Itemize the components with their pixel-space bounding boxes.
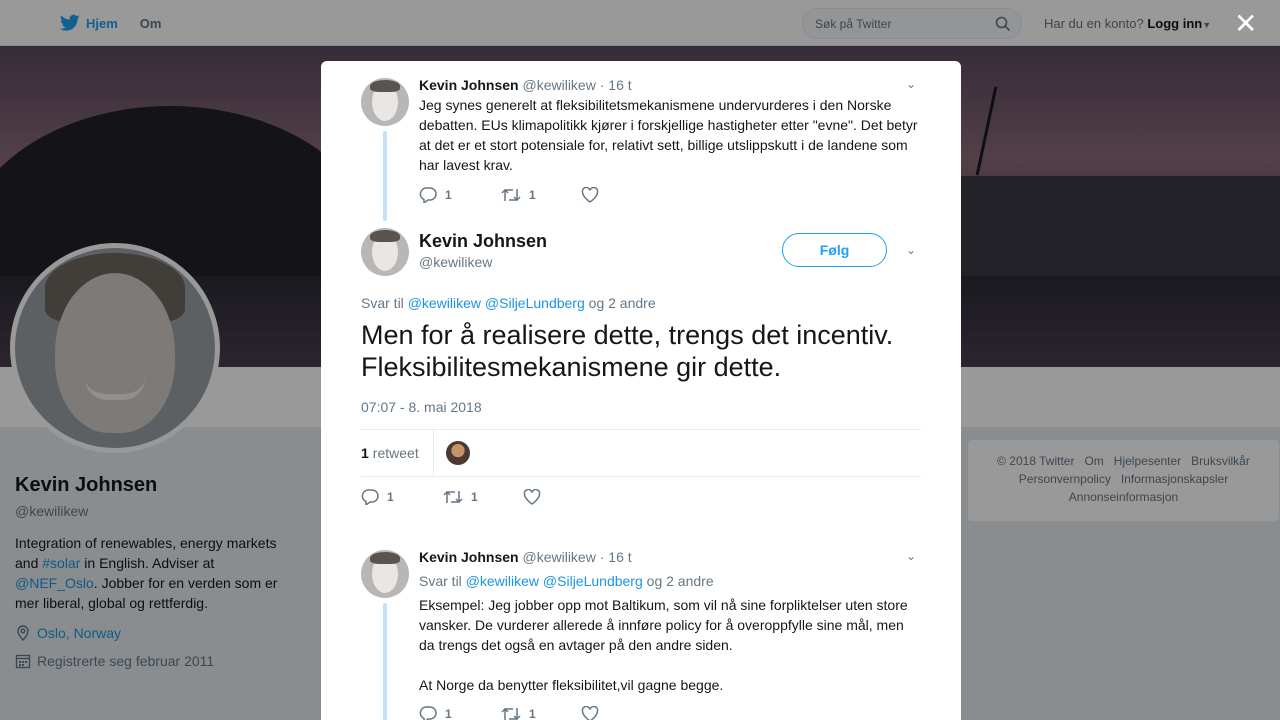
main-tweet-text: Men for å realisere dette, trengs det in…: [361, 319, 931, 383]
retweet-count: 1: [471, 490, 478, 504]
avatar[interactable]: [361, 78, 409, 126]
reply-button[interactable]: 1: [361, 489, 443, 505]
heart-icon: [581, 706, 599, 720]
close-icon[interactable]: ✕: [1234, 10, 1257, 38]
retweet-icon: [443, 490, 463, 504]
mention-link[interactable]: @SiljeLundberg: [543, 573, 643, 589]
tweet-time[interactable]: 16 t: [608, 77, 631, 93]
tweet-text-line: Men for å realisere dette, trengs det in…: [361, 320, 894, 350]
divider: [361, 476, 921, 477]
tweet-stats: 1 retweet: [361, 430, 470, 476]
retweet-stat-count: 1: [361, 445, 369, 461]
reply-context: Svar til @kewilikew @SiljeLundberg og 2 …: [361, 295, 656, 311]
retweet-count: 1: [529, 188, 536, 202]
reply-icon: [361, 489, 379, 505]
reply-context: Svar til @kewilikew @SiljeLundberg og 2 …: [419, 573, 714, 589]
divider: [432, 430, 434, 476]
tweet-actions: 1 1: [361, 489, 541, 505]
tweet-text-line: vansker. De vurderer allerede å innføre …: [419, 617, 904, 633]
separator-dot: ·: [599, 77, 605, 93]
chevron-down-icon[interactable]: ⌄: [906, 549, 916, 563]
tweet-text: Eksempel: Jeg jobber opp mot Baltikum, s…: [419, 595, 908, 695]
reply-to-others[interactable]: og 2 andre: [647, 573, 714, 589]
reply-icon: [419, 187, 437, 203]
tweet-text-line: da trengs det også en avtager på den and…: [419, 637, 733, 653]
reply-button[interactable]: 1: [419, 706, 501, 720]
retweet-button[interactable]: 1: [501, 187, 581, 203]
retweeter-avatar[interactable]: [445, 441, 470, 465]
author-handle[interactable]: @kewilikew: [522, 549, 595, 565]
tweet-text-spacer: [419, 655, 908, 675]
reply-count: 1: [445, 188, 452, 202]
mention-link[interactable]: @SiljeLundberg: [485, 295, 585, 311]
author-handle[interactable]: @kewilikew: [419, 254, 492, 270]
author-name[interactable]: Kevin Johnsen: [419, 77, 519, 93]
retweet-button[interactable]: 1: [501, 706, 581, 720]
thread-line: [383, 603, 387, 720]
tweet-timestamp[interactable]: 07:07 - 8. mai 2018: [361, 399, 482, 415]
chevron-down-icon[interactable]: ⌄: [906, 243, 916, 257]
heart-icon: [581, 187, 599, 203]
tweet-header: Kevin Johnsen @kewilikew · 16 t: [419, 549, 632, 565]
author-handle[interactable]: @kewilikew: [522, 77, 595, 93]
mention-link[interactable]: @kewilikew: [408, 295, 481, 311]
like-button[interactable]: [523, 489, 541, 505]
tweet-text-line: har lavest krav.: [419, 157, 513, 173]
follow-button[interactable]: Følg: [782, 233, 887, 267]
retweet-stat[interactable]: 1 retweet: [361, 445, 419, 461]
author-name[interactable]: Kevin Johnsen: [419, 231, 547, 252]
tweet-text-line: Fleksibilitesmekanismene gir dette.: [361, 352, 782, 382]
thread-line: [383, 131, 387, 221]
retweet-button[interactable]: 1: [443, 489, 523, 505]
heart-icon: [523, 489, 541, 505]
like-button[interactable]: [581, 187, 599, 203]
retweet-icon: [501, 707, 521, 720]
tweet-text: Jeg synes generelt at fleksibilitetsmeka…: [419, 95, 918, 175]
tweet-text-line: at det er et stort potensiale for, relat…: [419, 137, 908, 153]
like-button[interactable]: [581, 706, 599, 720]
tweet-actions: 1 1: [419, 706, 599, 720]
tweet-actions: 1 1: [419, 187, 599, 203]
tweet-text-line: debatten. EUs klimapolitikk kjører i for…: [419, 117, 918, 133]
reply-icon: [419, 706, 437, 720]
reply-to-label: Svar til: [419, 573, 462, 589]
reply-count: 1: [445, 707, 452, 720]
tweet-text-line: Jeg synes generelt at fleksibilitetsmeka…: [419, 97, 892, 113]
tweet-header: Kevin Johnsen @kewilikew · 16 t: [419, 77, 632, 93]
reply-to-label: Svar til: [361, 295, 404, 311]
chevron-down-icon[interactable]: ⌄: [906, 77, 916, 91]
author-name[interactable]: Kevin Johnsen: [419, 549, 519, 565]
tweet-time[interactable]: 16 t: [608, 549, 631, 565]
mention-link[interactable]: @kewilikew: [466, 573, 539, 589]
avatar[interactable]: [361, 550, 409, 598]
tweet-permalink-modal: Kevin Johnsen @kewilikew · 16 t ⌄ Jeg sy…: [321, 61, 961, 720]
retweet-icon: [501, 188, 521, 202]
retweet-count: 1: [529, 707, 536, 720]
separator-dot: ·: [599, 549, 605, 565]
retweet-stat-label: retweet: [372, 445, 419, 461]
tweet-text-line: Eksempel: Jeg jobber opp mot Baltikum, s…: [419, 597, 908, 613]
reply-button[interactable]: 1: [419, 187, 501, 203]
avatar[interactable]: [361, 228, 409, 276]
reply-to-others[interactable]: og 2 andre: [589, 295, 656, 311]
tweet-text-line: At Norge da benytter fleksibilitet,vil g…: [419, 677, 724, 693]
reply-count: 1: [387, 490, 394, 504]
